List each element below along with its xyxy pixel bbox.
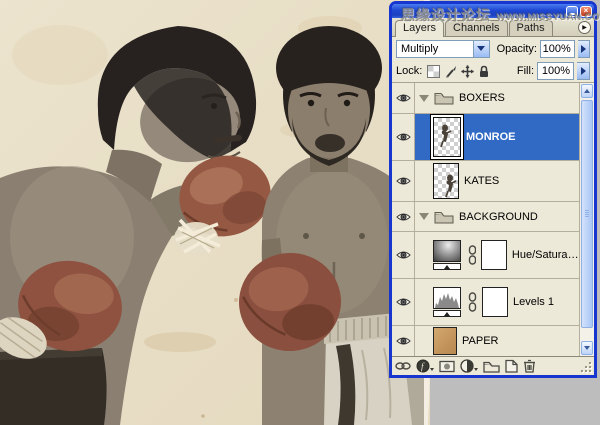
layer-style-icon[interactable]: f <box>416 359 434 373</box>
adjustment-thumbnail[interactable] <box>433 287 463 317</box>
resize-grip[interactable] <box>579 360 591 372</box>
visibility-toggle[interactable] <box>392 279 415 325</box>
layer-name: BACKGROUND <box>459 211 538 223</box>
layer-name: MONROE <box>466 131 516 143</box>
layer-name: Hue/Saturatio... <box>512 249 579 261</box>
new-group-icon[interactable] <box>483 360 500 373</box>
lock-position-icon[interactable] <box>461 65 474 78</box>
adjustment-thumbnail[interactable] <box>433 240 463 270</box>
eye-icon <box>396 176 411 186</box>
new-layer-icon[interactable] <box>505 359 518 373</box>
expand-triangle-icon[interactable] <box>419 213 429 220</box>
close-button[interactable]: × <box>580 6 592 17</box>
eye-icon <box>396 93 411 103</box>
visibility-toggle[interactable] <box>392 232 415 278</box>
eye-icon <box>396 297 411 307</box>
mask-link-icon[interactable] <box>468 292 477 312</box>
palette-menu-button[interactable]: ▶ <box>578 21 591 34</box>
layer-row-monroe[interactable]: MONROE <box>392 114 579 161</box>
gradient-thumb <box>433 240 461 262</box>
tab-layers[interactable]: Layers <box>395 20 444 37</box>
lock-all-icon[interactable] <box>478 65 490 78</box>
layer-row-paper[interactable]: PAPER <box>392 326 579 356</box>
adjustment-slider <box>433 310 461 317</box>
layer-row-kates[interactable]: KATES <box>392 161 579 202</box>
lock-label: Lock: <box>396 65 422 77</box>
group-folder-icon <box>434 210 454 224</box>
fill-label: Fill: <box>517 65 534 77</box>
visibility-toggle[interactable] <box>392 326 415 356</box>
histogram-thumb <box>433 287 461 309</box>
figure-thumbnail-art <box>434 118 462 158</box>
fill-input[interactable]: 100% <box>537 62 574 80</box>
blend-mode-value: Multiply <box>401 43 438 55</box>
mask-link-icon[interactable] <box>468 245 476 265</box>
lock-transparency-icon[interactable] <box>427 65 440 78</box>
adjustment-slider <box>433 263 461 270</box>
opacity-slider-button[interactable] <box>578 40 590 58</box>
layer-name: PAPER <box>462 335 498 347</box>
layer-thumbnail[interactable] <box>433 327 457 355</box>
palette-tabs: Layers Channels Paths ▶ <box>392 18 594 37</box>
delete-layer-icon[interactable] <box>523 359 536 373</box>
lock-paint-icon[interactable] <box>444 65 457 78</box>
layers-palette-window: × Layers Channels Paths ▶ Multiply Opaci… <box>389 1 597 378</box>
layer-row-hue-saturation[interactable]: Hue/Saturatio... <box>392 232 579 279</box>
scrollbar-grip <box>585 210 589 218</box>
chevron-down-icon[interactable] <box>473 41 489 57</box>
adjustment-layer-icon[interactable] <box>460 359 478 373</box>
layer-name: Levels 1 <box>513 296 554 308</box>
opacity-input[interactable]: 100% <box>540 40 575 58</box>
blend-row: Multiply Opacity: 100% <box>392 37 594 60</box>
layer-name: BOXERS <box>459 92 505 104</box>
visibility-toggle[interactable] <box>392 83 415 113</box>
layers-scrollbar[interactable] <box>579 83 594 356</box>
visibility-toggle[interactable] <box>392 114 415 160</box>
eye-icon <box>396 132 411 142</box>
minimize-button[interactable] <box>566 6 578 17</box>
palette-titlebar[interactable]: × <box>392 4 594 18</box>
palette-footer: f <box>392 356 594 375</box>
figure-thumbnail-art <box>434 164 460 200</box>
layer-mask-thumbnail[interactable] <box>482 287 508 317</box>
layer-row-levels[interactable]: Levels 1 <box>392 279 579 326</box>
layer-mask-thumbnail[interactable] <box>481 240 507 270</box>
visibility-toggle[interactable] <box>392 202 415 231</box>
scrollbar-thumb[interactable] <box>581 100 593 328</box>
group-folder-icon <box>434 91 454 105</box>
opacity-label: Opacity: <box>497 43 537 55</box>
layer-mask-icon[interactable] <box>439 360 455 373</box>
layer-thumbnail[interactable] <box>433 163 459 199</box>
eye-icon <box>396 212 411 222</box>
expand-triangle-icon[interactable] <box>419 95 429 102</box>
fill-slider-button[interactable] <box>577 62 590 80</box>
eye-icon <box>396 250 411 260</box>
photoshop-workspace: 思缘设计论坛 WWW.MISSYUAN.COM × Layers Channel… <box>0 0 600 425</box>
eye-icon <box>396 336 411 346</box>
layer-row-boxers[interactable]: BOXERS <box>392 83 579 114</box>
layer-thumbnail[interactable] <box>433 117 461 157</box>
tab-paths[interactable]: Paths <box>509 20 553 36</box>
tab-channels[interactable]: Channels <box>445 20 507 36</box>
visibility-toggle[interactable] <box>392 161 415 201</box>
layer-row-background[interactable]: BACKGROUND <box>392 202 579 232</box>
scroll-down-button[interactable] <box>581 341 593 355</box>
layers-list: BOXERS MONROE <box>392 83 594 356</box>
scroll-up-button[interactable] <box>581 84 593 98</box>
link-layers-icon[interactable] <box>395 360 411 372</box>
lock-row: Lock: Fill: 100% <box>392 60 594 83</box>
layer-name: KATES <box>464 175 499 187</box>
blend-mode-select[interactable]: Multiply <box>396 40 490 58</box>
